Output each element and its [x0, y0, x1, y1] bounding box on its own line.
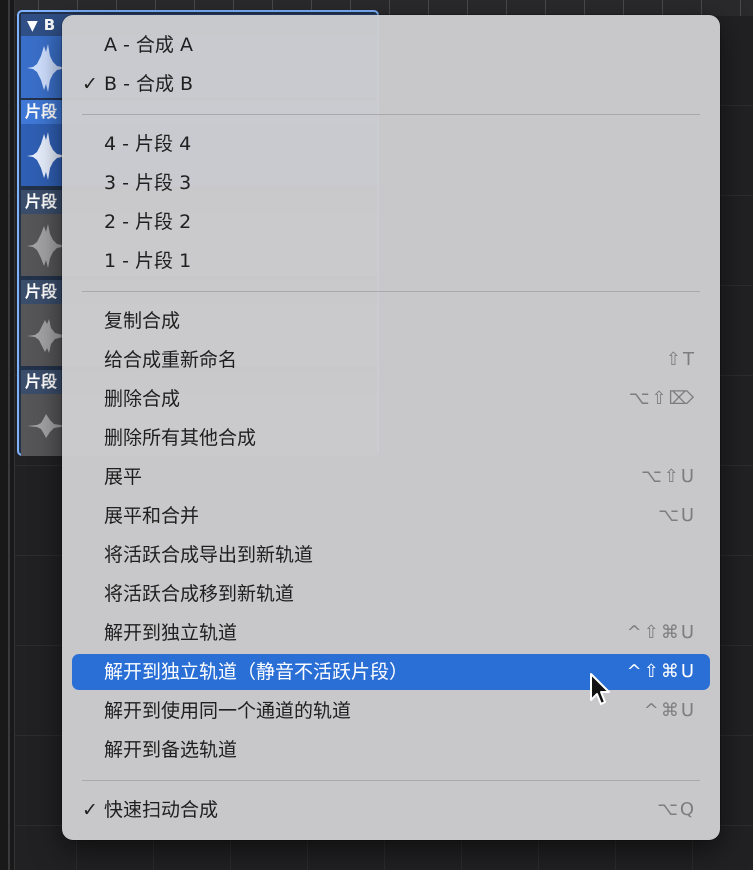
menu-item-label: A - 合成 A	[104, 34, 193, 56]
menu-item-label: 2 - 片段 2	[104, 211, 192, 233]
menu-item-unpack-new-tracks[interactable]: 解开到独立轨道 ^⇧⌘U	[72, 615, 710, 651]
menu-item-flatten[interactable]: 展平 ⌥⇧U	[72, 459, 710, 495]
menu-item-take-3[interactable]: 3 - 片段 3	[72, 165, 710, 201]
menu-item-duplicate-comp[interactable]: 复制合成	[72, 303, 710, 339]
mouse-pointer-icon	[590, 673, 610, 705]
menu-item-shortcut: ⌥Q	[657, 799, 696, 820]
menu-separator	[82, 114, 700, 115]
menu-item-delete-other-comps[interactable]: 删除所有其他合成	[72, 420, 710, 456]
track-lane-divider	[8, 0, 10, 870]
menu-item-take-1[interactable]: 1 - 片段 1	[72, 243, 710, 279]
menu-item-label: 3 - 片段 3	[104, 172, 192, 194]
menu-item-label: 删除合成	[104, 388, 181, 410]
menu-item-shortcut: ^⌘U	[643, 700, 696, 721]
menu-item-comp-a[interactable]: A - 合成 A	[72, 27, 710, 63]
waveform-icon	[27, 132, 67, 180]
menu-item-comp-b[interactable]: ✓ B - 合成 B	[72, 66, 710, 102]
disclosure-triangle-icon[interactable]: ▼	[27, 18, 38, 34]
menu-item-take-2[interactable]: 2 - 片段 2	[72, 204, 710, 240]
menu-item-shortcut: ⇧T	[665, 349, 696, 370]
waveform-icon	[27, 44, 67, 92]
menu-item-label: 给合成重新命名	[104, 349, 238, 371]
comp-header-label: B	[43, 16, 56, 34]
menu-item-label: 展平和合并	[104, 505, 200, 527]
menu-item-label: 1 - 片段 1	[104, 250, 192, 272]
menu-item-shortcut: ⌥⇧U	[641, 466, 696, 487]
menu-item-shortcut: ^⇧⌘U	[626, 661, 696, 682]
checkmark-icon: ✓	[82, 73, 98, 95]
menu-item-label: 复制合成	[104, 310, 181, 332]
menu-item-shortcut: ⌥⇧⌦	[628, 388, 696, 409]
menu-item-delete-comp[interactable]: 删除合成 ⌥⇧⌦	[72, 381, 710, 417]
menu-item-label: 4 - 片段 4	[104, 133, 192, 155]
menu-item-rename-comp[interactable]: 给合成重新命名 ⇧T	[72, 342, 710, 378]
waveform-icon	[27, 414, 67, 438]
menu-item-label: 解开到备选轨道	[104, 739, 238, 761]
menu-item-label: B - 合成 B	[104, 73, 194, 95]
waveform-icon	[27, 224, 67, 268]
menu-item-unpack-alternatives[interactable]: 解开到备选轨道	[72, 732, 710, 768]
menu-item-flatten-merge[interactable]: 展平和合并 ⌥U	[72, 498, 710, 534]
menu-item-move-comp-new-track[interactable]: 将活跃合成移到新轨道	[72, 576, 710, 612]
menu-item-shortcut: ^⇧⌘U	[626, 622, 696, 643]
menu-separator	[82, 780, 700, 781]
menu-item-label: 快速扫动合成	[104, 799, 219, 821]
context-menu: A - 合成 A ✓ B - 合成 B 4 - 片段 4 3 - 片段 3 2 …	[62, 15, 720, 840]
menu-item-label: 将活跃合成移到新轨道	[104, 583, 295, 605]
menu-item-label: 解开到独立轨道	[104, 622, 238, 644]
menu-item-label: 解开到使用同一个通道的轨道	[104, 700, 352, 722]
menu-item-shortcut: ⌥U	[658, 505, 696, 526]
menu-item-take-4[interactable]: 4 - 片段 4	[72, 126, 710, 162]
menu-item-label: 展平	[104, 466, 143, 488]
menu-item-label: 解开到独立轨道（静音不活跃片段）	[104, 661, 409, 683]
menu-item-quick-swipe-comping[interactable]: ✓ 快速扫动合成 ⌥Q	[72, 792, 710, 828]
menu-item-export-comp-new-track[interactable]: 将活跃合成导出到新轨道	[72, 537, 710, 573]
menu-separator	[82, 291, 700, 292]
waveform-icon	[27, 319, 67, 353]
checkmark-icon: ✓	[82, 799, 98, 821]
menu-item-label: 将活跃合成导出到新轨道	[104, 544, 314, 566]
menu-item-label: 删除所有其他合成	[104, 427, 257, 449]
